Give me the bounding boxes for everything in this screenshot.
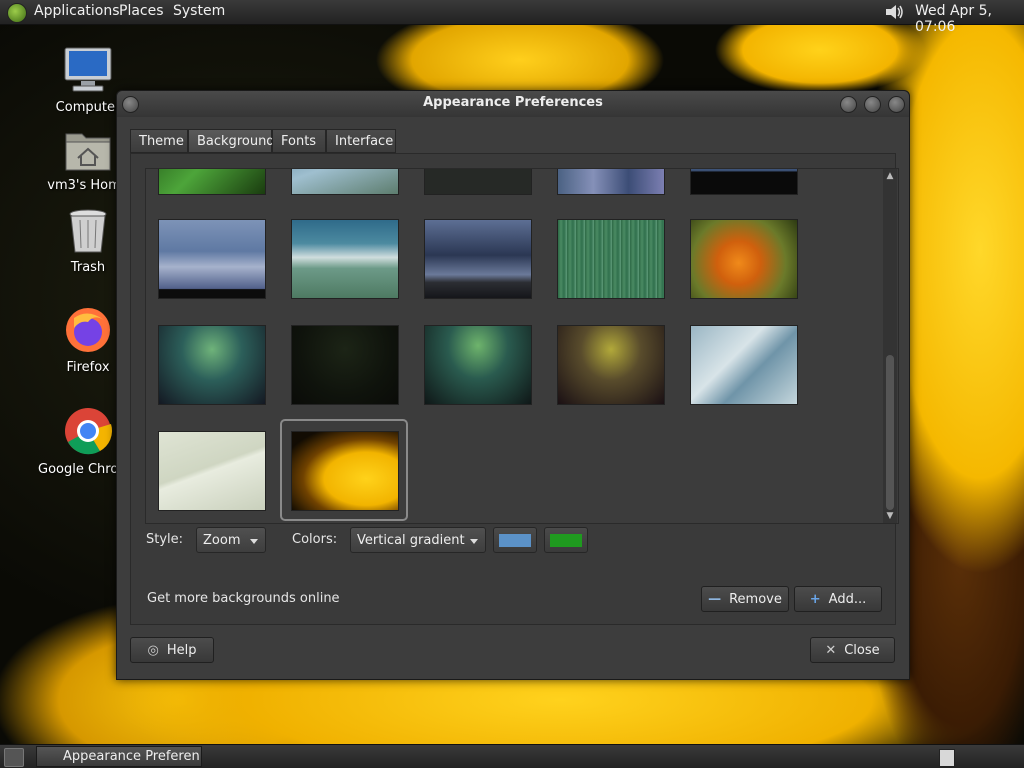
taskbar-window-button[interactable]: Appearance Preferen... [36,746,202,767]
wallpaper-thumbnail[interactable] [424,219,532,299]
close-button-label: Close [844,643,880,658]
add-button-label: Add... [828,592,867,607]
remove-button[interactable]: — Remove [701,586,789,612]
plus-icon: + [809,592,821,607]
colors-combobox[interactable]: Vertical gradient [350,527,486,553]
top-panel: Applications Places System Wed Apr 5, 07… [0,0,1024,35]
wallpaper-thumbnail[interactable] [690,325,798,405]
maximize-button[interactable] [864,96,881,113]
wallpaper-thumbnail[interactable] [158,169,266,195]
chrome-icon [65,408,113,455]
wallpaper-thumbnail-selected[interactable] [291,431,399,511]
home-folder-icon [65,133,111,171]
wallpaper-thumbnail[interactable] [158,325,266,405]
colors-combobox-value: Vertical gradient [357,533,465,548]
window-titlebar[interactable]: Appearance Preferences [117,91,909,117]
style-label: Style: [146,532,184,547]
distro-logo-icon[interactable] [7,3,27,23]
tab-fonts[interactable]: Fonts [272,129,326,153]
wallpaper-thumbnail[interactable] [557,169,665,195]
get-more-backgrounds-link[interactable]: Get more backgrounds online [147,591,340,606]
wallpaper-thumbnail[interactable] [690,219,798,299]
taskbar-window-label: Appearance Preferen... [63,749,202,764]
bottom-panel: Appearance Preferen... [0,744,1024,768]
primary-color-button[interactable] [493,527,537,553]
close-button[interactable]: ✕ Close [810,637,895,663]
gallery-scrollbar[interactable]: ▲ ▼ [883,169,897,523]
colors-label: Colors: [292,532,338,547]
computer-icon [64,47,112,92]
tab-theme[interactable]: Theme [130,129,188,153]
scroll-up-icon[interactable]: ▲ [885,171,895,181]
primary-color-swatch [499,534,531,547]
wallpaper-thumbnail[interactable] [158,431,266,511]
secondary-color-button[interactable] [544,527,588,553]
clock[interactable]: Wed Apr 5, 07:06 [915,3,1024,35]
tab-background[interactable]: Background [188,129,275,153]
minimize-button[interactable] [840,96,857,113]
wallpaper-thumbnail[interactable] [291,325,399,405]
menu-system[interactable]: System [173,3,225,19]
wallpaper-thumbnail[interactable] [424,169,532,195]
scroll-down-icon[interactable]: ▼ [885,511,895,521]
wallpaper-thumbnail[interactable] [291,169,399,195]
style-combobox-value: Zoom [203,533,241,548]
appearance-preferences-window: Appearance Preferences Theme Background … [116,90,910,680]
close-icon: ✕ [825,643,837,658]
help-button-label: Help [166,643,197,658]
style-combobox[interactable]: Zoom [196,527,266,553]
minus-icon: — [708,592,722,607]
wallpaper-thumbnail[interactable] [690,169,798,195]
background-tab-panel: ▲ ▼ Style: Zoom Colors: Vertical gradien… [130,153,899,625]
trash-icon [69,209,107,253]
help-lifebuoy-icon: ◎ [147,643,159,658]
wallpaper-thumbnail[interactable] [557,219,665,299]
tab-interface[interactable]: Interface [326,129,396,153]
firefox-icon [66,308,110,352]
wallpaper-thumbnail[interactable] [557,325,665,405]
show-desktop-icon[interactable] [4,748,24,767]
add-button[interactable]: + Add... [794,586,882,612]
workspace-switcher[interactable] [939,749,955,767]
menu-places[interactable]: Places [119,3,164,19]
window-title: Appearance Preferences [423,95,603,110]
remove-button-label: Remove [729,592,782,607]
menu-applications[interactable]: Applications [34,3,120,19]
chevron-down-icon [250,539,258,544]
scrollbar-thumb[interactable] [886,355,894,510]
wallpaper-gallery: ▲ ▼ [145,168,899,524]
close-window-button[interactable] [888,96,905,113]
secondary-color-swatch [550,534,582,547]
wallpaper-thumbnail[interactable] [424,325,532,405]
wallpaper-thumbnail[interactable] [291,219,399,299]
chevron-down-icon [470,539,478,544]
wallpaper-thumbnail[interactable] [158,219,266,299]
help-button[interactable]: ◎ Help [130,637,214,663]
volume-icon[interactable] [883,2,905,22]
